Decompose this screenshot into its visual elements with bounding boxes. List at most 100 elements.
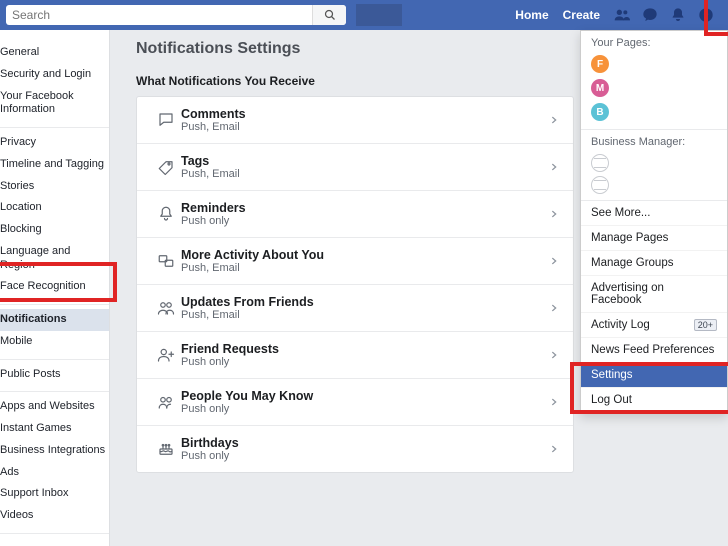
nav-icons: ? <box>614 7 714 23</box>
dropdown-newsfeed[interactable]: News Feed Preferences <box>581 338 727 363</box>
notification-title: Reminders <box>181 201 549 215</box>
search-box <box>6 5 346 25</box>
sidebar-item[interactable]: General <box>0 42 109 64</box>
page-avatar-list: F M B <box>591 55 717 121</box>
messages-icon[interactable] <box>642 7 658 23</box>
sidebar-item[interactable]: Face Recognition <box>0 276 109 298</box>
sidebar-item[interactable]: Security and Login <box>0 64 109 86</box>
sidebar-item[interactable]: Videos <box>0 505 109 527</box>
sidebar-item[interactable]: Apps and Websites <box>0 396 109 418</box>
notification-title: More Activity About You <box>181 248 549 262</box>
request-icon <box>151 346 181 364</box>
notification-sub: Push, Email <box>181 168 549 180</box>
page-avatar[interactable]: F <box>591 55 609 73</box>
chevron-right-icon <box>549 397 559 407</box>
sidebar-item[interactable]: Instant Games <box>0 418 109 440</box>
notification-text: Friend RequestsPush only <box>181 342 549 368</box>
notification-text: CommentsPush, Email <box>181 107 549 133</box>
notification-row[interactable]: More Activity About YouPush, Email <box>137 238 573 285</box>
activity-icon <box>151 252 181 270</box>
dropdown-see-more[interactable]: See More... <box>581 201 727 226</box>
sidebar-group-1: GeneralSecurity and LoginYour Facebook I… <box>0 38 109 128</box>
your-pages-label: Your Pages: <box>591 37 717 49</box>
notification-text: BirthdaysPush only <box>181 436 549 462</box>
dropdown-bm-section: Business Manager: <box>581 130 727 201</box>
search-button[interactable] <box>312 5 346 25</box>
activity-log-label: Activity Log <box>591 319 650 331</box>
sidebar-item[interactable]: Privacy <box>0 132 109 154</box>
birthday-icon <box>151 440 181 458</box>
dropdown-manage-pages[interactable]: Manage Pages <box>581 226 727 251</box>
sidebar-item[interactable]: Timeline and Tagging <box>0 154 109 176</box>
notification-list: CommentsPush, EmailTagsPush, EmailRemind… <box>136 96 574 473</box>
activity-log-badge: 20+ <box>694 319 717 331</box>
sidebar-group-2: PrivacyTimeline and TaggingStoriesLocati… <box>0 128 109 305</box>
notification-row[interactable]: Friend RequestsPush only <box>137 332 573 379</box>
sidebar-item[interactable]: Business Integrations <box>0 440 109 462</box>
help-icon[interactable]: ? <box>698 7 714 23</box>
notification-row[interactable]: People You May KnowPush only <box>137 379 573 426</box>
dropdown-activity-log[interactable]: Activity Log 20+ <box>581 313 727 338</box>
people-icon <box>151 393 181 411</box>
dropdown-advertising[interactable]: Advertising on Facebook <box>581 276 727 313</box>
chevron-right-icon <box>549 350 559 360</box>
bm-avatar[interactable] <box>591 176 609 194</box>
top-bar: Home Create ? <box>0 0 728 30</box>
chevron-right-icon <box>549 162 559 172</box>
search-icon <box>324 9 336 21</box>
bell-icon <box>151 205 181 223</box>
sidebar-item[interactable]: Public Posts <box>0 364 109 386</box>
notification-title: Birthdays <box>181 436 549 450</box>
dropdown-settings[interactable]: Settings <box>581 363 727 388</box>
page-avatar[interactable]: B <box>591 103 609 121</box>
friends-icon <box>151 299 181 317</box>
chevron-right-icon <box>549 256 559 266</box>
sidebar-item[interactable]: Blocking <box>0 219 109 241</box>
notification-sub: Push only <box>181 215 549 227</box>
search-input[interactable] <box>6 8 312 22</box>
bm-avatar-list <box>591 154 717 194</box>
sidebar-item[interactable]: Language and Region <box>0 241 109 277</box>
sidebar-item[interactable]: Location <box>0 197 109 219</box>
dropdown-manage-groups[interactable]: Manage Groups <box>581 251 727 276</box>
page-avatar[interactable]: M <box>591 79 609 97</box>
profile-thumb[interactable] <box>356 4 402 26</box>
notification-row[interactable]: BirthdaysPush only <box>137 426 573 472</box>
sidebar-item[interactable]: Mobile <box>0 331 109 353</box>
settings-sidebar: GeneralSecurity and LoginYour Facebook I… <box>0 30 110 546</box>
notification-title: Comments <box>181 107 549 121</box>
notification-sub: Push only <box>181 450 549 462</box>
sidebar-item[interactable]: Support Inbox <box>0 483 109 505</box>
notification-sub: Push, Email <box>181 262 549 274</box>
notification-row[interactable]: CommentsPush, Email <box>137 97 573 144</box>
notification-text: TagsPush, Email <box>181 154 549 180</box>
notification-sub: Push only <box>181 356 549 368</box>
notification-sub: Push, Email <box>181 309 549 321</box>
dropdown-logout[interactable]: Log Out <box>581 388 727 413</box>
comment-icon <box>151 111 181 129</box>
notification-text: RemindersPush only <box>181 201 549 227</box>
sidebar-item[interactable]: Stories <box>0 176 109 198</box>
notification-row[interactable]: Updates From FriendsPush, Email <box>137 285 573 332</box>
notification-title: Tags <box>181 154 549 168</box>
sidebar-group-4: Public Posts <box>0 360 109 393</box>
chevron-right-icon <box>549 209 559 219</box>
nav-create[interactable]: Create <box>563 8 600 22</box>
chevron-right-icon <box>549 444 559 454</box>
notification-row[interactable]: RemindersPush only <box>137 191 573 238</box>
chevron-right-icon <box>549 115 559 125</box>
notifications-icon[interactable] <box>670 7 686 23</box>
nav-right: Home Create ? <box>515 7 722 23</box>
notification-row[interactable]: TagsPush, Email <box>137 144 573 191</box>
notification-text: People You May KnowPush only <box>181 389 549 415</box>
notification-title: Updates From Friends <box>181 295 549 309</box>
sidebar-item[interactable]: Your Facebook Information <box>0 86 109 122</box>
account-dropdown: Your Pages: F M B Business Manager: See … <box>580 30 728 414</box>
sidebar-item[interactable]: Notifications <box>0 309 109 331</box>
bm-avatar[interactable] <box>591 154 609 172</box>
dropdown-pages-section: Your Pages: F M B <box>581 31 727 130</box>
nav-home[interactable]: Home <box>515 8 548 22</box>
sidebar-item[interactable]: Ads <box>0 462 109 484</box>
friend-requests-icon[interactable] <box>614 7 630 23</box>
chevron-right-icon <box>549 303 559 313</box>
